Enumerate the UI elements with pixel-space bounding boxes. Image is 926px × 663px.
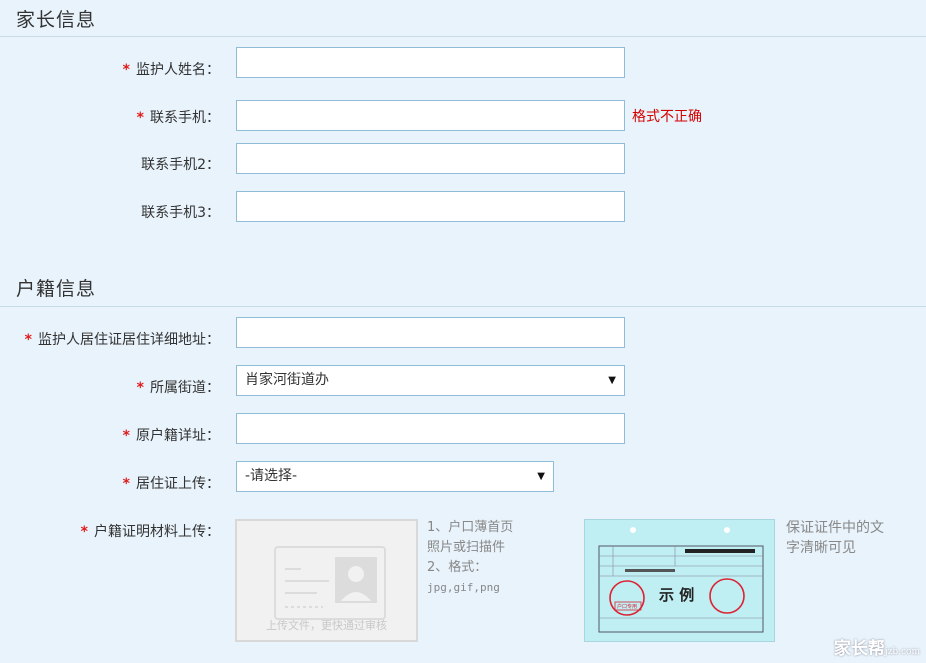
dropdown-arrow-icon: ▼ xyxy=(537,471,545,482)
household-section-divider xyxy=(0,306,926,307)
guardian-name-input[interactable] xyxy=(236,47,625,78)
address-label: * 监护人居住证居住详细地址： xyxy=(24,332,220,348)
site-watermark: 家长帮jzb.com xyxy=(833,639,920,659)
phone-label: * 联系手机： xyxy=(136,110,220,126)
parent-section-title: 家长信息 xyxy=(16,9,97,31)
street-label: * 所属街道： xyxy=(136,380,220,396)
phone2-input[interactable] xyxy=(236,143,625,174)
upload-hint: 1、户口薄首页 照片或扫描件 2、格式： jpg,gif,png xyxy=(427,518,513,598)
proof-upload-label: * 户籍证明材料上传： xyxy=(80,524,220,540)
required-mark: * xyxy=(24,332,32,348)
id-card-placeholder-icon xyxy=(274,546,386,620)
household-section-title: 户籍信息 xyxy=(16,278,97,300)
phone3-input[interactable] xyxy=(236,191,625,222)
required-mark: * xyxy=(122,62,130,78)
upload-button-text: 上传文件，更快通过审核 xyxy=(266,619,387,632)
street-select-value: 肖家河街道办 xyxy=(245,372,329,388)
phone2-label: 联系手机2： xyxy=(141,157,220,173)
phone3-label: 联系手机3： xyxy=(141,205,220,221)
guardian-name-label: * 监护人姓名： xyxy=(122,62,220,78)
street-select[interactable]: 肖家河街道办 ▼ xyxy=(236,365,625,396)
address-input[interactable] xyxy=(236,317,625,348)
hint-line-3: 2、格式： xyxy=(427,560,488,575)
hint-formats: jpg,gif,png xyxy=(427,581,500,594)
required-mark: * xyxy=(122,428,130,444)
proof-upload-button[interactable]: 上传文件，更快通过审核 xyxy=(235,519,418,642)
sample-household-register-image: 示 例 户口专用 xyxy=(584,519,775,642)
residence-permit-label: * 居住证上传： xyxy=(122,476,220,492)
residence-permit-select[interactable]: -请选择- ▼ xyxy=(236,461,554,492)
hint-line-2: 照片或扫描件 xyxy=(427,540,506,555)
sample-caption: 户口专用 xyxy=(617,604,638,610)
household-register-sample-icon xyxy=(598,527,764,633)
residence-permit-select-value: -请选择- xyxy=(245,468,298,484)
dropdown-arrow-icon: ▼ xyxy=(608,375,616,386)
sample-hint: 保证证件中的文字清晰可见 xyxy=(786,520,884,556)
phone-input[interactable] xyxy=(236,100,625,131)
origin-address-input[interactable] xyxy=(236,413,625,444)
sample-stamp-text: 示 例 xyxy=(659,586,695,604)
required-mark: * xyxy=(136,110,144,126)
required-mark: * xyxy=(136,380,144,396)
parent-section-divider xyxy=(0,36,926,37)
origin-address-label: * 原户籍详址： xyxy=(122,428,220,444)
phone-error-message: 格式不正确 xyxy=(632,109,702,125)
required-mark: * xyxy=(80,524,88,540)
hint-line-1: 1、户口薄首页 xyxy=(427,520,514,535)
required-mark: * xyxy=(122,476,130,492)
